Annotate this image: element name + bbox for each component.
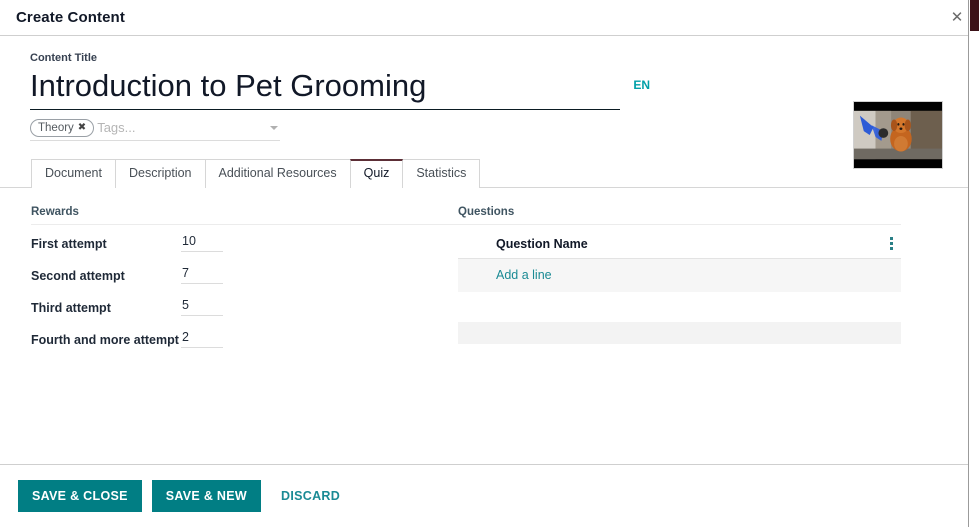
tab-bar: Document Description Additional Resource… — [0, 159, 979, 188]
rewards-section: Rewards First attempt Second attempt Thi… — [0, 206, 458, 362]
page-scrollbar-thumb[interactable] — [970, 0, 979, 31]
tab-quiz[interactable]: Quiz — [350, 159, 404, 188]
tags-input[interactable]: Theory ✖ Tags... — [30, 119, 280, 141]
rewards-section-title: Rewards — [31, 206, 458, 225]
modal-header: Create Content ✕ — [0, 0, 979, 36]
chevron-down-icon[interactable] — [270, 126, 278, 130]
reward-third-attempt-label: Third attempt — [31, 298, 181, 317]
table-row-placeholder — [458, 322, 901, 344]
content-title-input[interactable]: Introduction to Pet Grooming — [30, 66, 620, 110]
tags-placeholder: Tags... — [97, 120, 135, 135]
content-title-row: Introduction to Pet Grooming EN — [30, 66, 620, 110]
tab-document[interactable]: Document — [31, 159, 116, 188]
table-row-add-line[interactable]: Add a line — [458, 259, 901, 292]
reward-second-attempt-label: Second attempt — [31, 266, 181, 285]
page-scrollbar[interactable] — [968, 0, 979, 527]
add-line-link[interactable]: Add a line — [496, 268, 552, 282]
page-title: Create Content — [16, 9, 125, 26]
questions-table: Question Name Add a line — [458, 234, 901, 344]
quiz-panel: Rewards First attempt Second attempt Thi… — [0, 188, 979, 362]
tab-additional-resources[interactable]: Additional Resources — [205, 159, 351, 188]
reward-first-attempt-label: First attempt — [31, 234, 181, 253]
tab-statistics[interactable]: Statistics — [402, 159, 480, 188]
content-title-label: Content Title — [30, 52, 979, 64]
questions-table-header: Question Name — [458, 234, 901, 259]
tag-remove-icon[interactable]: ✖ — [78, 122, 86, 133]
language-badge[interactable]: EN — [633, 78, 650, 92]
discard-button[interactable]: DISCARD — [271, 480, 350, 512]
reward-fourth-attempt-row: Fourth and more attempt — [31, 330, 458, 349]
tag-chip-theory[interactable]: Theory ✖ — [30, 119, 94, 137]
modal-body: Content Title Introduction to Pet Groomi… — [0, 36, 979, 463]
column-header-question-name: Question Name — [496, 237, 588, 251]
close-icon[interactable]: ✕ — [947, 8, 967, 28]
save-and-close-button[interactable]: SAVE & CLOSE — [18, 480, 142, 512]
tab-description[interactable]: Description — [115, 159, 206, 188]
reward-fourth-attempt-input[interactable] — [181, 330, 223, 348]
reward-second-attempt-row: Second attempt — [31, 266, 458, 285]
modal-footer: SAVE & CLOSE SAVE & NEW DISCARD — [0, 464, 979, 527]
reward-third-attempt-row: Third attempt — [31, 298, 458, 317]
reward-fourth-attempt-label: Fourth and more attempt — [31, 330, 181, 349]
reward-third-attempt-input[interactable] — [181, 298, 223, 316]
reward-first-attempt-row: First attempt — [31, 234, 458, 253]
vertical-dots-icon[interactable] — [888, 235, 895, 252]
save-and-new-button[interactable]: SAVE & NEW — [152, 480, 261, 512]
content-header-area: Content Title Introduction to Pet Groomi… — [0, 36, 979, 141]
questions-section: Questions Question Name Add a line — [458, 206, 979, 362]
questions-section-title: Questions — [458, 206, 901, 225]
reward-second-attempt-input[interactable] — [181, 266, 223, 284]
tag-chip-label: Theory — [38, 122, 74, 134]
reward-first-attempt-input[interactable] — [181, 234, 223, 252]
